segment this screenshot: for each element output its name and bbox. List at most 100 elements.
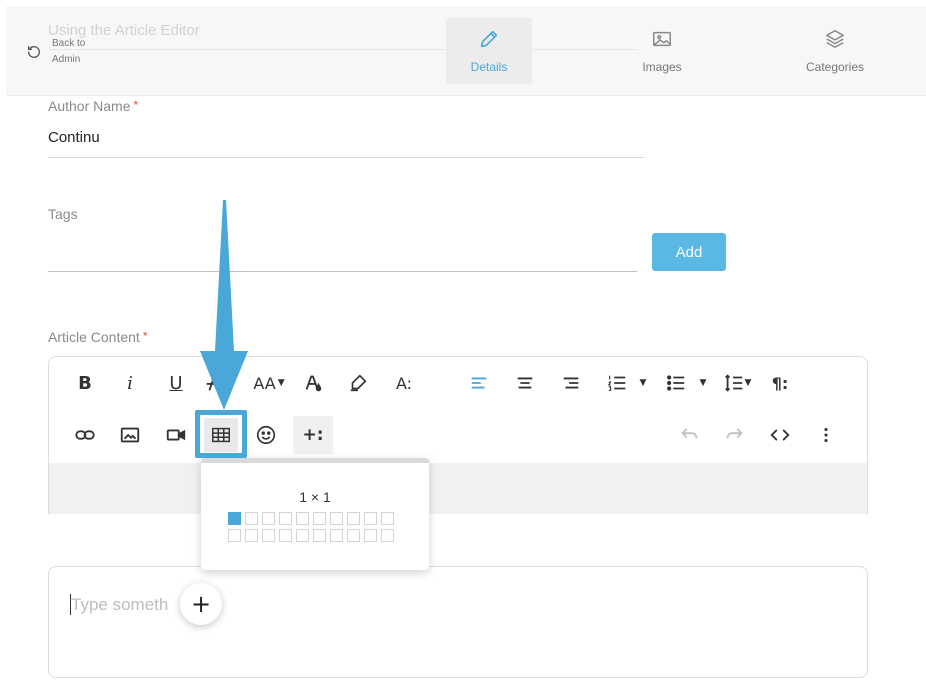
table-grid-cell[interactable]	[347, 512, 360, 525]
kebab-menu-icon	[824, 427, 828, 443]
table-grid-cell[interactable]	[262, 529, 275, 542]
undo-icon	[28, 46, 40, 58]
italic-button[interactable]: i	[113, 366, 147, 400]
tab-details-label: Details	[470, 60, 508, 74]
quick-insert-button[interactable]: +	[180, 583, 222, 625]
article-content-label: Article Content *	[48, 329, 148, 345]
table-grid-cell[interactable]	[313, 512, 326, 525]
tags-label: Tags	[48, 206, 78, 222]
bold-button[interactable]: B	[68, 366, 102, 400]
required-mark: *	[142, 329, 148, 343]
redo-button[interactable]	[718, 418, 752, 452]
undo-icon	[681, 428, 698, 439]
strikethrough-icon	[206, 373, 222, 391]
table-grid-cell[interactable]	[279, 512, 292, 525]
insert-more-button[interactable]: +:	[293, 416, 333, 454]
dropdown-caret-icon: ▼	[277, 378, 285, 388]
line-height-dropdown[interactable]: ▼	[717, 366, 757, 400]
code-view-button[interactable]	[763, 418, 797, 452]
add-tag-button[interactable]: Add	[652, 233, 726, 271]
bullet-list-dropdown[interactable]: ▼	[693, 366, 713, 400]
insert-link-button[interactable]	[68, 418, 102, 452]
undo-button[interactable]	[672, 418, 706, 452]
editor-placeholder: Type someth	[71, 595, 169, 614]
more-options-button[interactable]	[809, 418, 843, 452]
paragraph-format-button[interactable]: ¶:	[763, 366, 797, 400]
table-grid-cell[interactable]	[245, 529, 258, 542]
article-content-editor[interactable]: Type someth	[48, 566, 868, 678]
author-name-input[interactable]: Continu	[48, 129, 100, 146]
table-grid-cell[interactable]	[313, 529, 326, 542]
required-mark: *	[133, 98, 139, 112]
table-grid-cell[interactable]	[262, 512, 275, 525]
align-right-button[interactable]	[554, 366, 588, 400]
font-size-dropdown[interactable]: AA ▼	[249, 366, 289, 400]
back-to-admin-link[interactable]: Back to Admin	[26, 36, 102, 68]
font-color-icon	[305, 375, 322, 392]
bullet-list-button[interactable]	[659, 366, 693, 400]
tags-input[interactable]	[48, 271, 637, 272]
ordered-list-button[interactable]	[600, 366, 634, 400]
insert-image-button[interactable]	[113, 418, 147, 452]
strikethrough-button[interactable]	[197, 366, 231, 400]
table-grid-cell[interactable]	[245, 512, 258, 525]
ordered-list-icon	[607, 375, 626, 391]
tab-categories[interactable]: Categories	[792, 18, 878, 84]
align-left-button[interactable]	[462, 366, 496, 400]
table-grid-cell[interactable]	[296, 512, 309, 525]
toolbar-gray-strip	[49, 463, 867, 514]
layers-icon	[826, 30, 844, 48]
smiley-icon	[256, 425, 276, 445]
highlight-button[interactable]	[341, 366, 375, 400]
font-size-label: AA	[253, 373, 276, 393]
table-size-picker: 1 × 1	[201, 458, 429, 570]
tab-categories-label: Categories	[805, 60, 865, 74]
title-divider	[48, 49, 638, 50]
table-grid-cell[interactable]	[228, 512, 241, 525]
align-center-icon	[517, 377, 533, 389]
header-bar: Using the Article Editor Back to Admin D…	[6, 6, 926, 96]
video-camera-icon	[166, 429, 186, 441]
table-grid-cell[interactable]	[279, 529, 292, 542]
author-name-label-text: Author Name	[48, 98, 131, 114]
table-grid-cell[interactable]	[296, 529, 309, 542]
image-icon	[653, 31, 671, 47]
table-grid-cell[interactable]	[330, 529, 343, 542]
line-height-icon	[724, 374, 742, 392]
back-label: Back to Admin	[52, 38, 86, 65]
table-icon	[212, 427, 230, 443]
insert-video-button[interactable]	[159, 418, 193, 452]
table-grid-cell[interactable]	[381, 512, 394, 525]
table-size-grid	[228, 512, 394, 542]
insert-emoji-button[interactable]	[249, 418, 283, 452]
link-icon	[75, 430, 95, 440]
tab-images[interactable]: Images	[619, 18, 705, 84]
table-grid-cell[interactable]	[364, 529, 377, 542]
bullet-list-icon	[667, 375, 685, 391]
align-left-icon	[471, 377, 487, 389]
article-content-label-text: Article Content	[48, 329, 140, 345]
image-icon	[120, 427, 140, 443]
tab-images-label: Images	[642, 60, 682, 74]
dropdown-caret-icon: ▼	[744, 378, 752, 388]
ordered-list-dropdown[interactable]: ▼	[633, 366, 653, 400]
font-color-button[interactable]	[296, 366, 330, 400]
author-name-label: Author Name *	[48, 98, 138, 114]
table-grid-cell[interactable]	[364, 512, 377, 525]
underline-button[interactable]: U	[159, 366, 193, 400]
pencil-icon	[480, 30, 498, 48]
table-grid-cell[interactable]	[381, 529, 394, 542]
tab-details[interactable]: Details	[446, 18, 532, 84]
table-size-label: 1 × 1	[299, 489, 331, 505]
align-right-icon	[563, 377, 579, 389]
table-grid-cell[interactable]	[330, 512, 343, 525]
code-icon	[770, 429, 790, 441]
author-name-underline	[48, 157, 644, 158]
table-grid-cell[interactable]	[347, 529, 360, 542]
align-center-button[interactable]	[508, 366, 542, 400]
text-style-button[interactable]: A:	[387, 366, 421, 400]
insert-table-button[interactable]	[204, 418, 238, 452]
highlighter-icon	[350, 374, 367, 392]
table-grid-cell[interactable]	[228, 529, 241, 542]
redo-icon	[726, 428, 743, 439]
